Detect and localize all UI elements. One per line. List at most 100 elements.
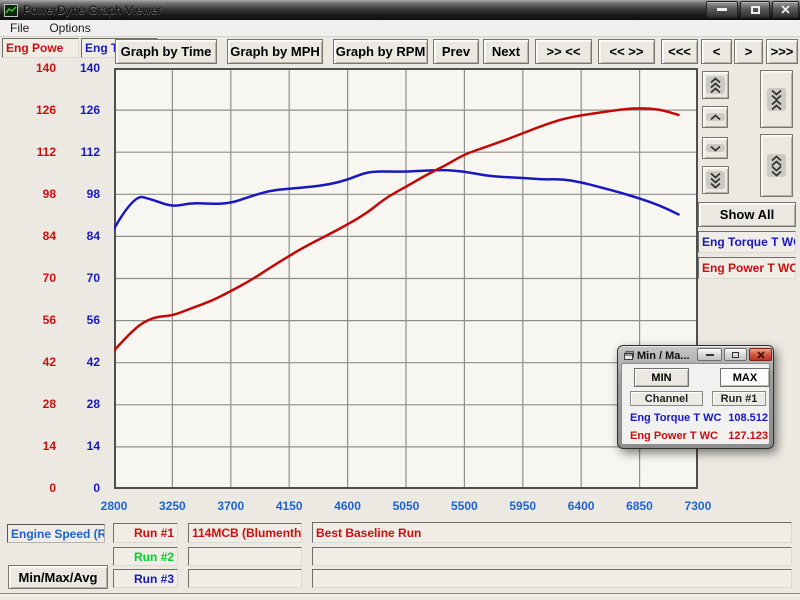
dialog-title: Min / Ma... (637, 350, 690, 362)
curve-eng-power-t-wc (114, 108, 679, 350)
chevron-down-icon (706, 144, 725, 152)
min-max-dialog-body: MIN MAX Channel Run #1 Eng Torque T WC 1… (621, 363, 770, 445)
next-button[interactable]: Next (483, 39, 529, 64)
y-axis-tick-label: 42 (87, 356, 100, 368)
x-axis-channel-box[interactable]: Engine Speed (RI (7, 524, 105, 543)
chevron-double-down-up-icon (767, 88, 786, 111)
y-axis-tick-label: 42 (43, 356, 56, 368)
x-axis-ticks-rpm: 2800325037004150460050505500595064006850… (85, 499, 727, 514)
run1-name-field[interactable]: 114MCB (Blumenthal (188, 523, 302, 543)
max-button[interactable]: MAX (720, 368, 770, 387)
dialog-minimize-button[interactable] (697, 348, 722, 361)
zoom-in-x-button[interactable]: >> << (535, 39, 592, 64)
run1-label-box[interactable]: Run #1 (113, 523, 178, 543)
y-axis-tick-label: 70 (87, 272, 100, 284)
curve-eng-torque-t-wc (114, 170, 679, 229)
close-icon (781, 5, 790, 14)
dialog-row-torque-value: 108.512 (708, 412, 768, 424)
run2-label-box[interactable]: Run #2 (113, 547, 178, 566)
x-axis-tick-label: 3250 (143, 499, 201, 514)
x-axis-tick-label: 4600 (319, 499, 377, 514)
y-axis-tick-label: 0 (49, 482, 56, 494)
run2-name-field[interactable] (188, 547, 302, 566)
zoom-out-x-button[interactable]: << >> (598, 39, 655, 64)
y-axis-tick-label: 56 (87, 314, 100, 326)
run1-description-field[interactable]: Best Baseline Run (312, 522, 792, 543)
maximize-icon (751, 6, 760, 14)
zoom-in-y-button[interactable] (760, 70, 793, 128)
menu-options[interactable]: Options (39, 20, 100, 37)
dialog-maximize-button[interactable] (724, 348, 747, 361)
x-axis-tick-label: 6850 (611, 499, 669, 514)
menu-file[interactable]: File (0, 20, 39, 37)
y-axis-tick-label: 0 (93, 482, 100, 494)
scroll-right-fast-button[interactable]: >>> (766, 39, 798, 64)
minimize-button[interactable] (706, 1, 738, 18)
x-axis-tick-label: 5950 (494, 499, 552, 514)
y-axis-ticks-torque: 140126112988470564228140 (58, 62, 100, 494)
dialog-row-power-value: 127.123 (708, 430, 768, 442)
x-axis-tick-label: 7300 (669, 499, 727, 514)
maximize-icon (732, 352, 739, 358)
close-icon (757, 351, 765, 359)
x-axis-tick-label: 2800 (85, 499, 143, 514)
x-axis-tick-label: 4150 (260, 499, 318, 514)
graph-by-time-button[interactable]: Graph by Time (115, 39, 217, 64)
run3-description-field[interactable] (312, 569, 792, 588)
scroll-down-fast-button[interactable] (702, 166, 729, 194)
minimize-icon (717, 8, 727, 11)
graph-by-mph-button[interactable]: Graph by MPH (227, 39, 323, 64)
y-axis-tick-label: 98 (87, 188, 100, 200)
x-axis-tick-label: 3700 (202, 499, 260, 514)
graph-plot-area[interactable] (114, 68, 698, 489)
y-axis-ticks-power: 140126112988470564228140 (14, 62, 56, 494)
chevron-double-up-down-icon (767, 154, 786, 177)
app-graph-icon (4, 4, 18, 17)
chevron-triple-down-icon (706, 171, 725, 189)
dialog-close-button[interactable] (749, 348, 772, 361)
y-axis-tick-label: 70 (43, 272, 56, 284)
min-max-avg-button[interactable]: Min/Max/Avg (8, 565, 108, 589)
run2-description-field[interactable] (312, 547, 792, 566)
min-button[interactable]: MIN (634, 368, 689, 387)
y-axis-tick-label: 140 (80, 62, 100, 74)
y-axis-tick-label: 126 (36, 104, 56, 116)
scroll-left-button[interactable]: < (701, 39, 732, 64)
run1-column-header: Run #1 (712, 391, 766, 406)
dialog-icon (623, 351, 634, 361)
y-axis-tick-label: 112 (37, 146, 56, 158)
run3-label-box[interactable]: Run #3 (113, 569, 178, 588)
y-axis-tick-label: 84 (87, 230, 100, 242)
bottom-divider (0, 593, 800, 596)
maximize-button[interactable] (740, 1, 770, 18)
titlebar[interactable]: PowerDyne Graph Viewer (0, 0, 800, 20)
minimize-icon (706, 354, 714, 356)
prev-button[interactable]: Prev (433, 39, 479, 64)
min-max-dialog[interactable]: Min / Ma... MIN MAX Channel Run #1 Eng T… (617, 345, 774, 449)
y-axis-tick-label: 14 (43, 440, 56, 452)
y-axis-tick-label: 112 (81, 146, 100, 158)
scroll-left-fast-button[interactable]: <<< (661, 39, 698, 64)
y-axis-tick-label: 98 (43, 188, 56, 200)
y-channel-power-box[interactable]: Eng Powe (2, 38, 79, 58)
window-title: PowerDyne Graph Viewer (23, 3, 162, 17)
min-max-dialog-titlebar[interactable]: Min / Ma... (621, 348, 770, 363)
close-button[interactable] (772, 1, 799, 18)
scroll-down-button[interactable] (702, 137, 728, 159)
dialog-row-power-label: Eng Power T WC (630, 430, 718, 442)
show-all-button[interactable]: Show All (698, 202, 796, 227)
y-axis-tick-label: 56 (43, 314, 56, 326)
legend-torque-box[interactable]: Eng Torque T WC (698, 231, 796, 253)
chevron-up-icon (706, 113, 725, 121)
y-axis-tick-label: 28 (43, 398, 56, 410)
run3-name-field[interactable] (188, 569, 302, 588)
chevron-triple-up-icon (706, 76, 725, 94)
scroll-up-fast-button[interactable] (702, 71, 729, 99)
x-axis-tick-label: 6400 (552, 499, 610, 514)
scroll-up-button[interactable] (702, 106, 728, 128)
legend-power-box[interactable]: Eng Power T WC (698, 257, 796, 279)
zoom-out-y-button[interactable] (760, 134, 793, 197)
graph-by-rpm-button[interactable]: Graph by RPM (333, 39, 428, 64)
y-axis-tick-label: 126 (80, 104, 100, 116)
scroll-right-button[interactable]: > (734, 39, 763, 64)
